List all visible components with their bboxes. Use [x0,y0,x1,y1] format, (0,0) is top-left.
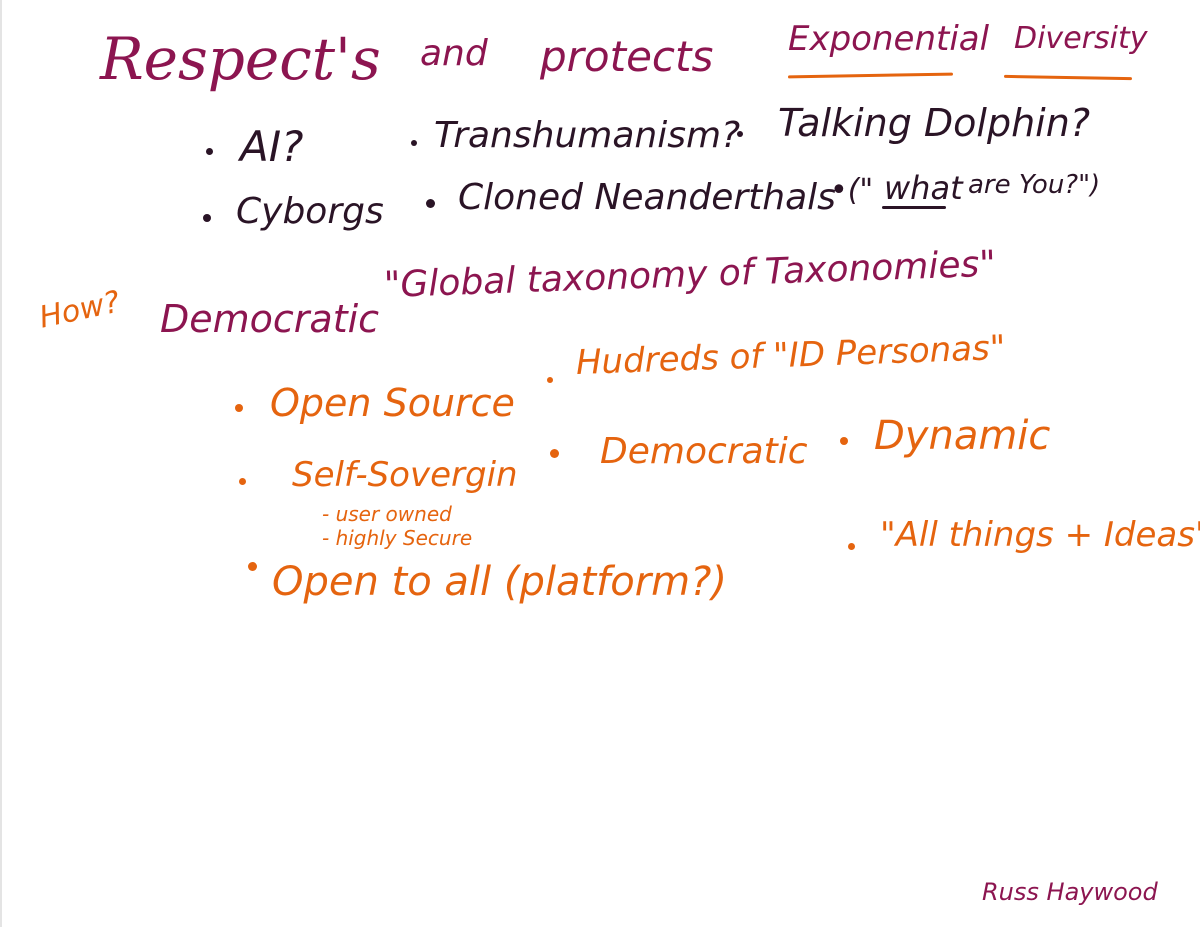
bullet-talking-dolphin [737,131,743,137]
diversity-underline [1003,74,1133,81]
title-word-diversity: Diversity [1014,21,1148,56]
bullet-ai [206,148,213,155]
feature-highly-secure: - highly Secure [322,526,473,550]
global-taxonomy: "Global taxonomy of Taxonomies" [383,243,997,306]
aside-open: •(" [830,173,874,208]
feature-all-things: "All things + Ideas" [880,515,1200,555]
feature-democratic: Democratic [600,431,808,472]
bullet-dynamic [840,437,848,445]
bullet-cloned-neanderthals [426,199,435,208]
bullet-all-things [848,543,855,550]
bullet-democratic [550,449,559,458]
bullet-open-to-all [248,562,257,571]
title-word-and: and [420,33,488,74]
feature-open-source: Open Source [270,381,515,425]
feature-self-sovereign: Self-Sovergin [292,455,518,495]
feature-open-to-all: Open to all (platform?) [272,559,727,605]
aside-rest: are You?") [968,170,1101,200]
exponential-underline [787,72,954,79]
feature-dynamic: Dynamic [874,413,1051,459]
bullet-self-sovereign [239,478,246,485]
bullet-open-source [235,404,243,412]
what-underline [882,206,946,209]
title-word-protects: protects [540,32,714,81]
title-word-respects: Respect's [100,25,381,93]
aside-what: what [884,169,963,207]
example-cloned-neanderthals: Cloned Neanderthals [458,177,836,218]
bullet-hundreds [547,377,553,383]
example-ai: AI? [240,122,304,171]
how-label: How? [36,284,124,336]
example-talking-dolphin: Talking Dolphin? [778,101,1090,145]
title-word-exponential: Exponential [788,19,990,59]
signature: Russ Haywood [982,878,1158,906]
bullet-cyborgs [203,214,211,222]
bullet-transhumanism [411,140,417,146]
whiteboard: Respect's and protects Exponential Diver… [0,0,1200,927]
feature-hundreds: Hudreds of "ID Personas" [575,328,1007,383]
how-democratic: Democratic [160,297,380,341]
example-transhumanism: Transhumanism? [434,115,741,156]
feature-user-owned: - user owned [322,502,452,526]
example-cyborgs: Cyborgs [236,191,384,232]
